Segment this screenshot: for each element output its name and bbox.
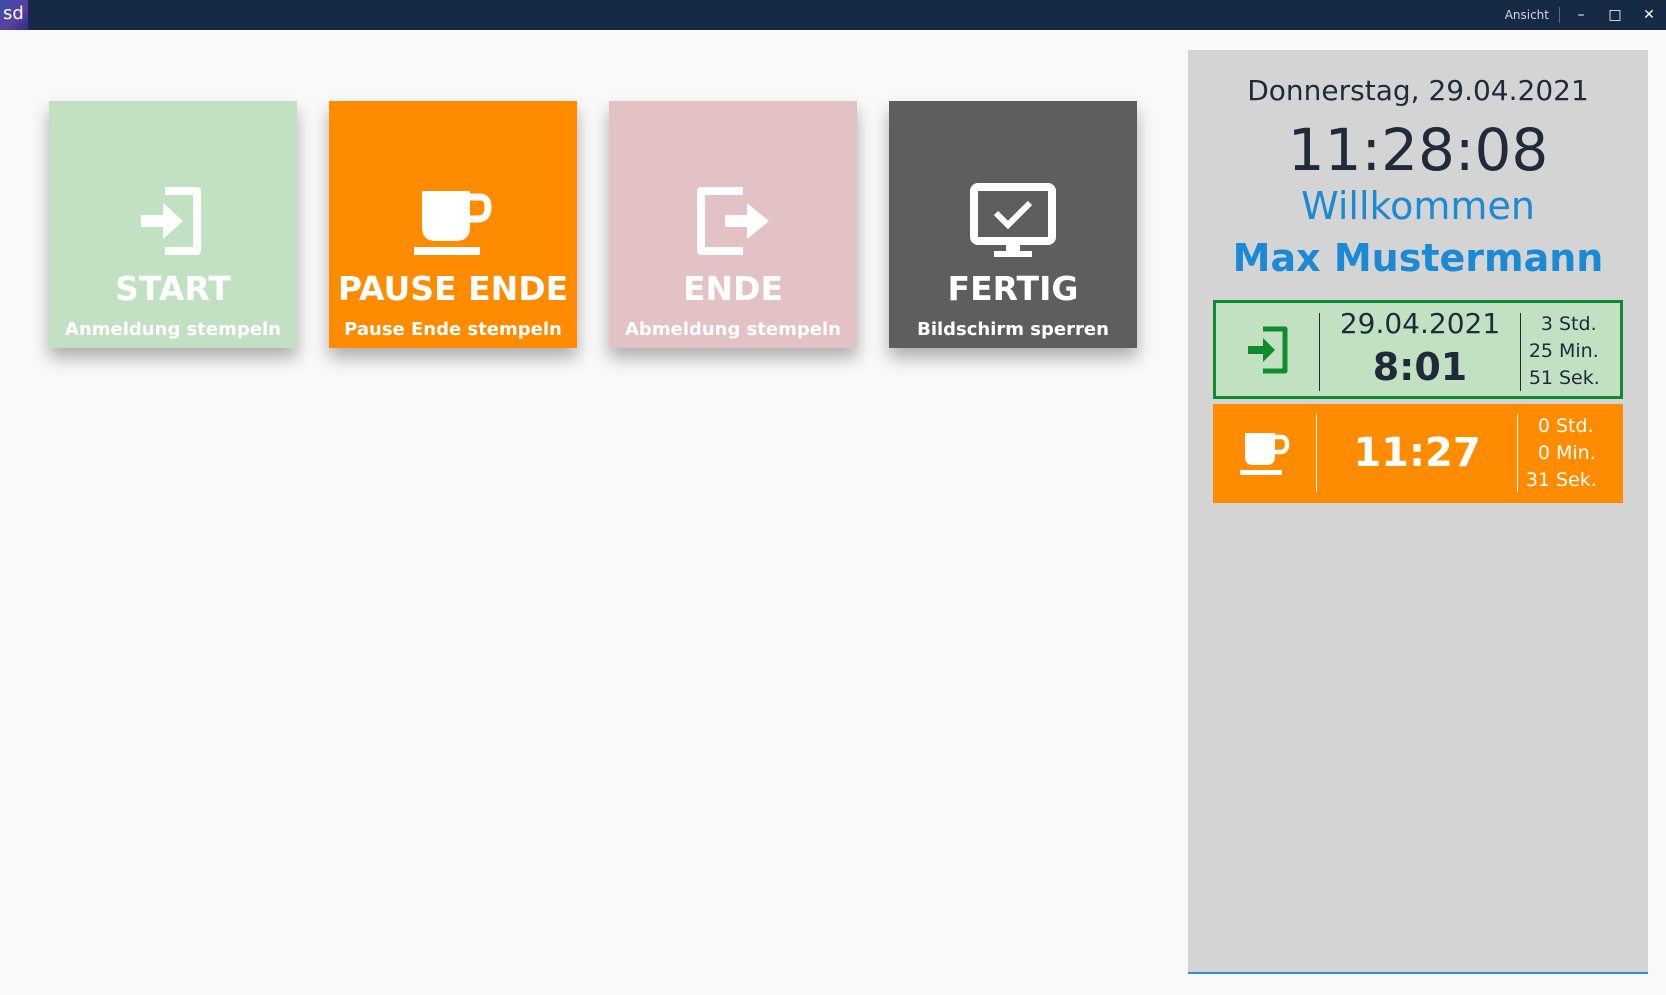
minutes-value: 25	[1528, 340, 1553, 362]
duration-hours: 0 Std.	[1518, 413, 1618, 440]
done-tile-title: FERTIG	[947, 269, 1079, 308]
duration-minutes: 25 Min.	[1521, 338, 1621, 365]
login-entry-time: 29.04.2021 8:01	[1320, 303, 1520, 396]
user-name: Max Mustermann	[1232, 236, 1604, 280]
hours-unit: Std.	[1559, 313, 1597, 335]
welcome-text: Willkommen	[1301, 184, 1535, 228]
titlebar-separator	[1559, 7, 1560, 23]
app-logo: sd	[0, 0, 28, 30]
coffee-cup-icon	[1213, 404, 1316, 503]
sign-out-icon	[609, 181, 857, 261]
end-tile-subtitle: Abmeldung stempeln	[625, 319, 841, 340]
view-menu-button[interactable]: Ansicht	[1505, 8, 1549, 22]
pause-end-tile-button[interactable]: PAUSE ENDE Pause Ende stempeln	[329, 101, 577, 348]
done-tile-subtitle: Bildschirm sperren	[917, 319, 1109, 340]
start-tile-title: START	[115, 269, 231, 308]
seconds-unit: Sek.	[1559, 367, 1600, 389]
pause-time: 11:27	[1353, 430, 1481, 476]
current-time: 11:28:08	[1287, 116, 1549, 184]
maximize-button[interactable]: □	[1598, 0, 1632, 30]
seconds-value: 51	[1528, 367, 1553, 389]
hours-unit: Std.	[1556, 415, 1594, 437]
minutes-value: 0	[1537, 442, 1550, 464]
pause-end-tile-subtitle: Pause Ende stempeln	[344, 319, 562, 340]
start-tile-subtitle: Anmeldung stempeln	[65, 319, 281, 340]
hours-value: 3	[1540, 313, 1553, 335]
pause-entry-card: 11:27 0 Std. 0 Min. 31 Sek.	[1213, 404, 1623, 503]
start-tile-button[interactable]: START Anmeldung stempeln	[49, 101, 297, 348]
duration-hours: 3 Std.	[1521, 311, 1621, 338]
end-tile-button[interactable]: ENDE Abmeldung stempeln	[609, 101, 857, 348]
window-controls: Ansicht – □ ✕	[1505, 0, 1666, 30]
duration-minutes: 0 Min.	[1518, 440, 1618, 467]
login-duration: 3 Std. 25 Min. 51 Sek.	[1521, 311, 1621, 392]
login-entry-card: 29.04.2021 8:01 3 Std. 25 Min. 51 Sek.	[1213, 300, 1623, 399]
duration-seconds: 51 Sek.	[1521, 365, 1621, 392]
seconds-value: 31	[1525, 469, 1550, 491]
status-panel: Donnerstag, 29.04.2021 11:28:08 Willkomm…	[1188, 50, 1648, 974]
login-date: 29.04.2021	[1339, 307, 1501, 340]
done-tile-button[interactable]: FERTIG Bildschirm sperren	[889, 101, 1137, 348]
seconds-unit: Sek.	[1556, 469, 1597, 491]
sign-in-icon	[49, 181, 297, 261]
pause-entry-time: 11:27	[1317, 404, 1517, 503]
close-button[interactable]: ✕	[1632, 0, 1666, 30]
panel-underline	[1188, 972, 1648, 974]
sign-in-icon	[1216, 303, 1319, 396]
login-time: 8:01	[1372, 345, 1468, 389]
pause-end-tile-title: PAUSE ENDE	[337, 269, 569, 308]
duration-seconds: 31 Sek.	[1518, 467, 1618, 494]
coffee-cup-icon	[329, 181, 577, 261]
title-bar: sd Ansicht – □ ✕	[0, 0, 1666, 30]
minutes-unit: Min.	[1559, 340, 1599, 362]
minimize-button[interactable]: –	[1564, 0, 1598, 30]
current-date: Donnerstag, 29.04.2021	[1247, 74, 1589, 107]
pause-duration: 0 Std. 0 Min. 31 Sek.	[1518, 413, 1618, 494]
minutes-unit: Min.	[1556, 442, 1596, 464]
monitor-check-icon	[889, 181, 1137, 261]
hours-value: 0	[1537, 415, 1550, 437]
end-tile-title: ENDE	[682, 269, 784, 308]
